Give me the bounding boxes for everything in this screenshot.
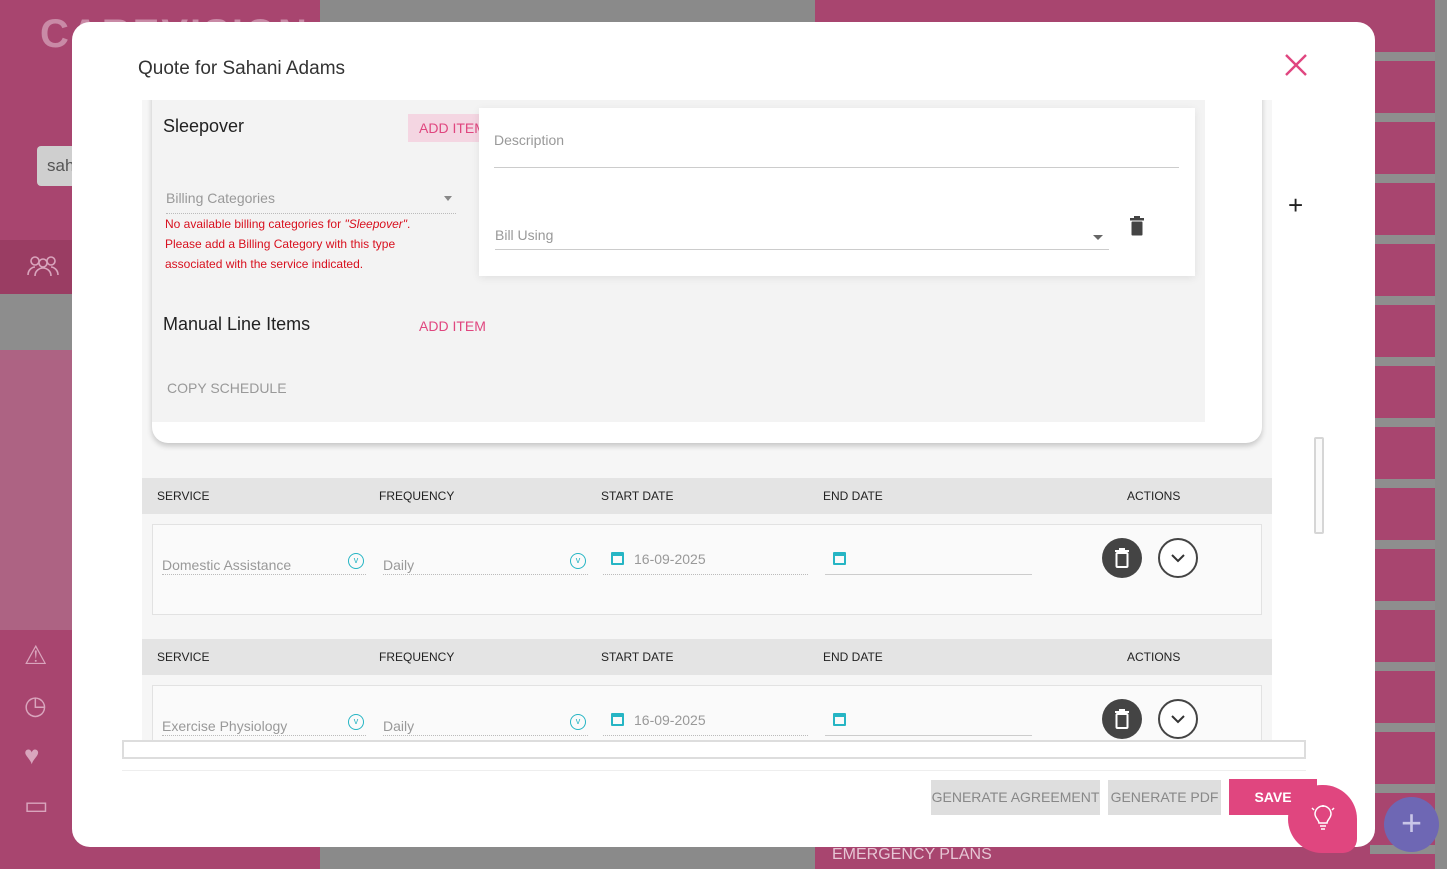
billing-inner: Sleepover ADD ITEM Billing Categories No… — [152, 100, 1205, 422]
warning-icon: ⚠ — [24, 640, 48, 670]
error-service: "Sleepover" — [344, 217, 407, 231]
service-select[interactable]: Exercise Physiology v — [162, 712, 366, 736]
billing-card: Sleepover ADD ITEM Billing Categories No… — [152, 100, 1262, 443]
billing-categories-select[interactable]: Billing Categories — [166, 190, 456, 214]
chat-icon: ▭ — [24, 790, 49, 820]
chevron-down-icon — [1171, 554, 1185, 563]
header-start-date: START DATE — [601, 650, 674, 664]
bill-using-placeholder: Bill Using — [495, 227, 554, 243]
service-value: Domestic Assistance — [162, 557, 292, 573]
frequency-value: Daily — [383, 718, 415, 734]
start-date-field[interactable]: 16-09-2025 — [603, 710, 808, 736]
help-lightbulb-button[interactable] — [1288, 785, 1357, 853]
lightbulb-icon — [1311, 805, 1335, 830]
trash-icon — [1115, 548, 1129, 568]
header-service: SERVICE — [157, 650, 210, 664]
start-date-value: 16-09-2025 — [634, 551, 706, 567]
background-emergency-plans: EMERGENCY PLANS — [832, 846, 992, 863]
vertical-scrollbar[interactable] — [1314, 437, 1324, 534]
quote-modal: Quote for Sahani Adams + Sleepover ADD I… — [72, 22, 1375, 847]
frequency-select[interactable]: Daily v — [383, 712, 588, 736]
end-date-field[interactable] — [825, 549, 1032, 575]
footer-divider — [122, 770, 1306, 771]
modal-title: Quote for Sahani Adams — [138, 58, 346, 79]
trash-icon[interactable] — [1129, 216, 1145, 236]
background-icon-column: ⚠ ◷ ♥ ▭ — [24, 640, 58, 840]
bill-using-select[interactable]: Bill Using — [495, 218, 1109, 250]
service-value: Exercise Physiology — [162, 718, 288, 734]
sleepover-label: Sleepover — [163, 116, 245, 136]
delete-service-button[interactable] — [1102, 538, 1142, 578]
start-date-value: 16-09-2025 — [634, 712, 706, 728]
calendar-icon — [611, 713, 624, 726]
chevron-down-icon — [1171, 715, 1185, 724]
billing-error-message: No available billing categories for "Sle… — [165, 214, 445, 274]
chevron-down-icon: v — [570, 553, 586, 569]
header-frequency: FREQUENCY — [379, 650, 455, 664]
billing-categories-placeholder: Billing Categories — [166, 190, 275, 206]
header-end-date: END DATE — [823, 489, 883, 503]
expand-service-button[interactable] — [1158, 538, 1198, 578]
background-right-rows — [1370, 0, 1435, 869]
caret-down-icon — [444, 196, 452, 201]
background-scrollbar — [1435, 0, 1447, 869]
chevron-down-icon: v — [348, 553, 364, 569]
header-actions: ACTIONS — [1127, 489, 1181, 503]
description-input[interactable]: Description — [494, 128, 1179, 168]
header-frequency: FREQUENCY — [379, 489, 455, 503]
quote-scroll-area: Sleepover ADD ITEM Billing Categories No… — [142, 100, 1272, 740]
horizontal-scrollbar[interactable] — [122, 740, 1306, 759]
trash-icon — [1115, 709, 1129, 729]
calendar-icon — [833, 713, 846, 726]
manual-add-item-button[interactable]: ADD ITEM — [408, 312, 497, 340]
frequency-value: Daily — [383, 557, 415, 573]
service-table-header: SERVICE FREQUENCY START DATE END DATE AC… — [142, 639, 1272, 675]
header-service: SERVICE — [157, 489, 210, 503]
generate-agreement-button[interactable]: GENERATE AGREEMENT — [931, 780, 1100, 815]
close-icon[interactable] — [1282, 52, 1310, 80]
clock-check-icon: ◷ — [24, 690, 47, 720]
header-end-date: END DATE — [823, 650, 883, 664]
chevron-down-icon: v — [570, 714, 586, 730]
service-table-header: SERVICE FREQUENCY START DATE END DATE AC… — [142, 478, 1272, 514]
copy-schedule-button[interactable]: COPY SCHEDULE — [167, 380, 287, 396]
service-select[interactable]: Domestic Assistance v — [162, 551, 366, 575]
heart-hands-icon: ♥ — [24, 740, 40, 770]
line-item-card: Description Bill Using — [479, 108, 1195, 276]
delete-service-button[interactable] — [1102, 699, 1142, 739]
expand-service-button[interactable] — [1158, 699, 1198, 739]
service-row: Domestic Assistance v Daily v 16-09-2025 — [152, 524, 1262, 615]
header-actions: ACTIONS — [1127, 650, 1181, 664]
error-prefix: No available billing categories for — [165, 217, 345, 231]
end-date-field[interactable] — [825, 710, 1032, 736]
frequency-select[interactable]: Daily v — [383, 551, 588, 575]
manual-line-items-label: Manual Line Items — [163, 314, 311, 334]
calendar-icon — [833, 552, 846, 565]
header-start-date: START DATE — [601, 489, 674, 503]
start-date-field[interactable]: 16-09-2025 — [603, 549, 808, 575]
generate-pdf-button[interactable]: GENERATE PDF — [1108, 780, 1221, 815]
people-icon — [26, 255, 60, 283]
calendar-icon — [611, 552, 624, 565]
service-row: Exercise Physiology v Daily v 16-09-2025 — [152, 685, 1262, 740]
chevron-down-icon: v — [348, 714, 364, 730]
plus-icon[interactable]: + — [1288, 190, 1303, 221]
caret-down-icon — [1093, 235, 1103, 240]
add-fab-button: + — [1384, 797, 1439, 852]
